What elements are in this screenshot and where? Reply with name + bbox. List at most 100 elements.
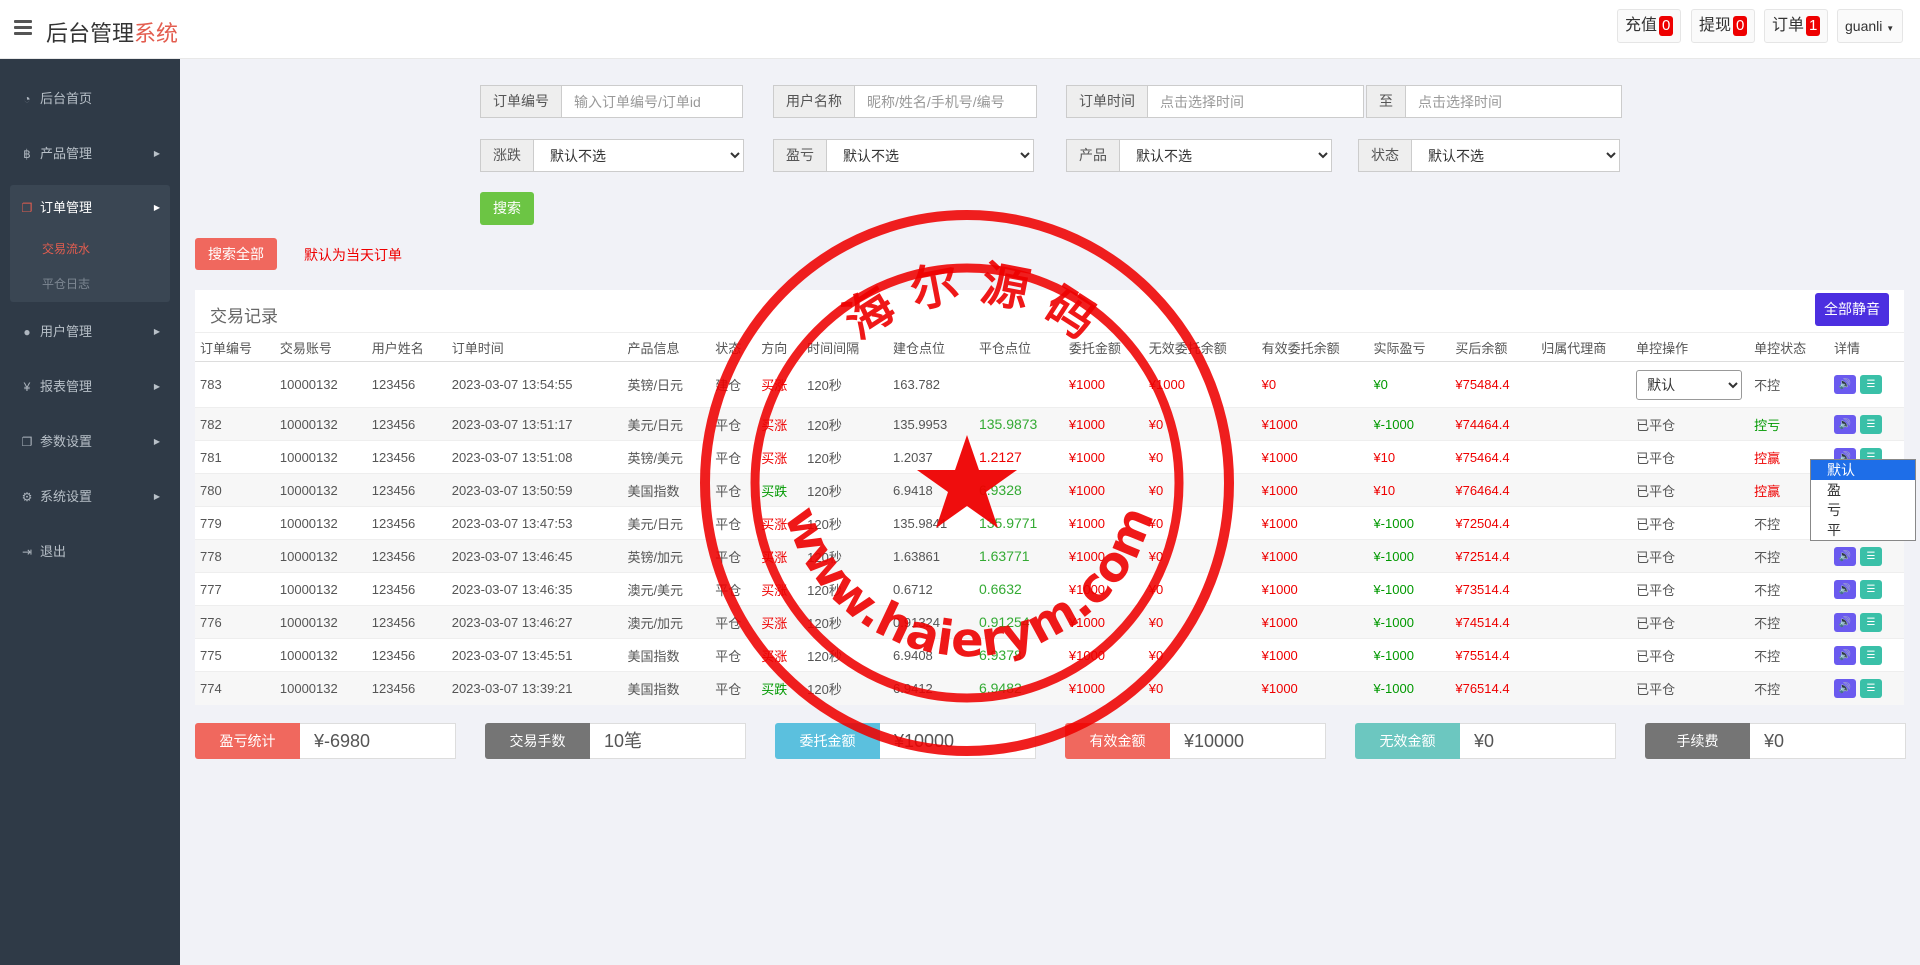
- list-icon[interactable]: ☰: [1859, 645, 1882, 665]
- sidebar: ◔ 后台首页 ฿ 产品管理 ▶ ❐ 订单管理 ▶ 交易流水 平仓日志 ● 用户管理 ▶ ¥ 报表…: [0, 59, 180, 965]
- recharge-badge: 0: [1659, 16, 1674, 36]
- stat-invalid-value: ¥0: [1460, 723, 1616, 759]
- table-cell: ¥0: [1143, 671, 1257, 705]
- pl-select[interactable]: 默认不选: [827, 139, 1034, 172]
- sidebar-item-trade-flow[interactable]: 交易流水: [42, 240, 90, 257]
- sound-icon[interactable]: 🔊: [1833, 678, 1856, 698]
- sound-icon[interactable]: 🔊: [1833, 375, 1856, 394]
- table-row: 778 10000132 123456 2023-03-07 13:46:45 英镑/加…: [195, 539, 1904, 573]
- table-cell: 建仓: [710, 361, 757, 408]
- sidebar-item-reports[interactable]: ¥ 报表管理 ▶: [10, 364, 170, 410]
- rise-filter: 涨跌 默认不选: [480, 139, 744, 172]
- to-label: 至: [1366, 85, 1406, 118]
- single-control-select[interactable]: 默认: [1636, 369, 1743, 400]
- sound-icon[interactable]: 🔊: [1833, 579, 1856, 599]
- dropdown-option[interactable]: 平: [1811, 520, 1915, 540]
- sidebar-label: 退出: [40, 544, 67, 559]
- table-cell: 不控: [1749, 605, 1829, 639]
- dropdown-option[interactable]: 默认: [1811, 460, 1915, 480]
- sidebar-item-close-log[interactable]: 平仓日志: [42, 275, 90, 292]
- withdraw-button[interactable]: 提现 0: [1691, 9, 1756, 43]
- sidebar-item-products[interactable]: ฿ 产品管理 ▶: [10, 131, 170, 177]
- table-cell: 平仓: [710, 638, 757, 672]
- list-icon[interactable]: ☰: [1859, 678, 1882, 698]
- yen-icon: ¥: [23, 380, 31, 394]
- sidebar-item-params[interactable]: ❐ 参数设置 ▶: [10, 419, 170, 465]
- table-cell: 美元/日元: [622, 407, 711, 441]
- user-menu[interactable]: guanli ▼: [1837, 9, 1903, 43]
- product-select[interactable]: 默认不选: [1120, 139, 1332, 172]
- table-cell: ¥10: [1368, 473, 1451, 507]
- table-cell: 买跌: [756, 473, 803, 507]
- column-header: 实际盈亏: [1368, 332, 1451, 362]
- stat-count-value: 10笔: [590, 723, 746, 759]
- sidebar-item-users[interactable]: ● 用户管理 ▶: [10, 309, 170, 355]
- sidebar-label: 系统设置: [40, 489, 93, 504]
- table-cell: ¥1000: [1256, 638, 1369, 672]
- table-cell: 2023-03-07 13:51:08: [446, 440, 623, 474]
- table-cell: 平仓: [710, 473, 757, 507]
- table-cell: 10000132: [274, 605, 367, 639]
- sidebar-item-home[interactable]: ◔ 后台首页: [10, 76, 170, 122]
- dropdown-option[interactable]: 盈: [1811, 480, 1915, 500]
- table-cell: 买涨: [756, 440, 803, 474]
- list-icon[interactable]: ☰: [1859, 375, 1882, 394]
- mute-all-button[interactable]: 全部静音: [1815, 293, 1889, 326]
- sidebar-item-orders[interactable]: ❐ 订单管理 ▶: [10, 185, 170, 231]
- time-start-input[interactable]: [1148, 85, 1364, 118]
- stat-count: 交易手数 10笔: [485, 723, 746, 759]
- detail-cell: 🔊☰: [1828, 671, 1904, 705]
- orders-button[interactable]: 订单 1: [1764, 9, 1829, 43]
- sidebar-item-system[interactable]: ⚙ 系统设置 ▶: [10, 474, 170, 520]
- table-cell: 美国指数: [622, 671, 711, 705]
- table-cell: 10000132: [274, 407, 367, 441]
- recharge-button[interactable]: 充值 0: [1617, 9, 1682, 43]
- column-header: 产品信息: [622, 332, 711, 362]
- rise-select[interactable]: 默认不选: [534, 139, 744, 172]
- table-cell: 10000132: [274, 572, 367, 606]
- table-cell: 779: [195, 506, 275, 540]
- table-cell: 英镑/加元: [622, 539, 711, 573]
- stat-pl-label: 盈亏统计: [195, 723, 300, 759]
- table-cell: ¥-1000: [1368, 539, 1451, 573]
- status-select[interactable]: 默认不选: [1412, 139, 1620, 172]
- sidebar-label: 参数设置: [40, 434, 93, 449]
- table-cell: 平仓: [710, 671, 757, 705]
- search-all-button[interactable]: 搜索全部: [195, 238, 277, 270]
- table-cell: 1.63861: [888, 539, 974, 573]
- table-cell: 2023-03-07 13:45:51: [446, 638, 623, 672]
- sidebar-item-logout[interactable]: ⇥ 退出: [10, 529, 170, 575]
- list-icon[interactable]: ☰: [1859, 612, 1882, 632]
- dropdown-option[interactable]: 亏: [1811, 500, 1915, 520]
- table-cell: ¥0: [1143, 605, 1257, 639]
- sound-icon[interactable]: 🔊: [1833, 612, 1856, 632]
- table-cell: 已平仓: [1631, 671, 1750, 705]
- table-cell: ¥0: [1256, 361, 1369, 408]
- column-header: 订单编号: [195, 332, 275, 362]
- time-end-input[interactable]: [1406, 85, 1622, 118]
- stat-fee-label: 手续费: [1645, 723, 1750, 759]
- order-no-input[interactable]: [562, 85, 743, 118]
- caret-down-icon: ▼: [1886, 24, 1895, 33]
- list-icon[interactable]: ☰: [1859, 579, 1882, 599]
- table-cell: ¥75484.4: [1450, 361, 1537, 408]
- table-cell: 6.9482: [973, 671, 1064, 705]
- menu-toggle-icon[interactable]: [14, 20, 32, 36]
- stat-entrust-value: ¥10000: [880, 723, 1036, 759]
- column-header: 状态: [710, 332, 757, 362]
- sound-icon[interactable]: 🔊: [1833, 645, 1856, 665]
- sound-icon[interactable]: 🔊: [1833, 414, 1856, 434]
- list-icon[interactable]: ☰: [1859, 414, 1882, 434]
- list-icon[interactable]: ☰: [1859, 546, 1882, 566]
- sidebar-group-orders: ❐ 订单管理 ▶ 交易流水 平仓日志: [10, 185, 170, 302]
- search-button[interactable]: 搜索: [480, 192, 534, 225]
- table-cell: 776: [195, 605, 275, 639]
- table-cell: 10000132: [274, 539, 367, 573]
- stat-fee-value: ¥0: [1750, 723, 1906, 759]
- brand-main-text: 后台管理: [46, 21, 135, 46]
- stat-valid-value: ¥10000: [1170, 723, 1326, 759]
- sound-icon[interactable]: 🔊: [1833, 546, 1856, 566]
- table-cell: 平仓: [710, 506, 757, 540]
- user-input[interactable]: [855, 85, 1037, 118]
- stat-valid-label: 有效金额: [1065, 723, 1170, 759]
